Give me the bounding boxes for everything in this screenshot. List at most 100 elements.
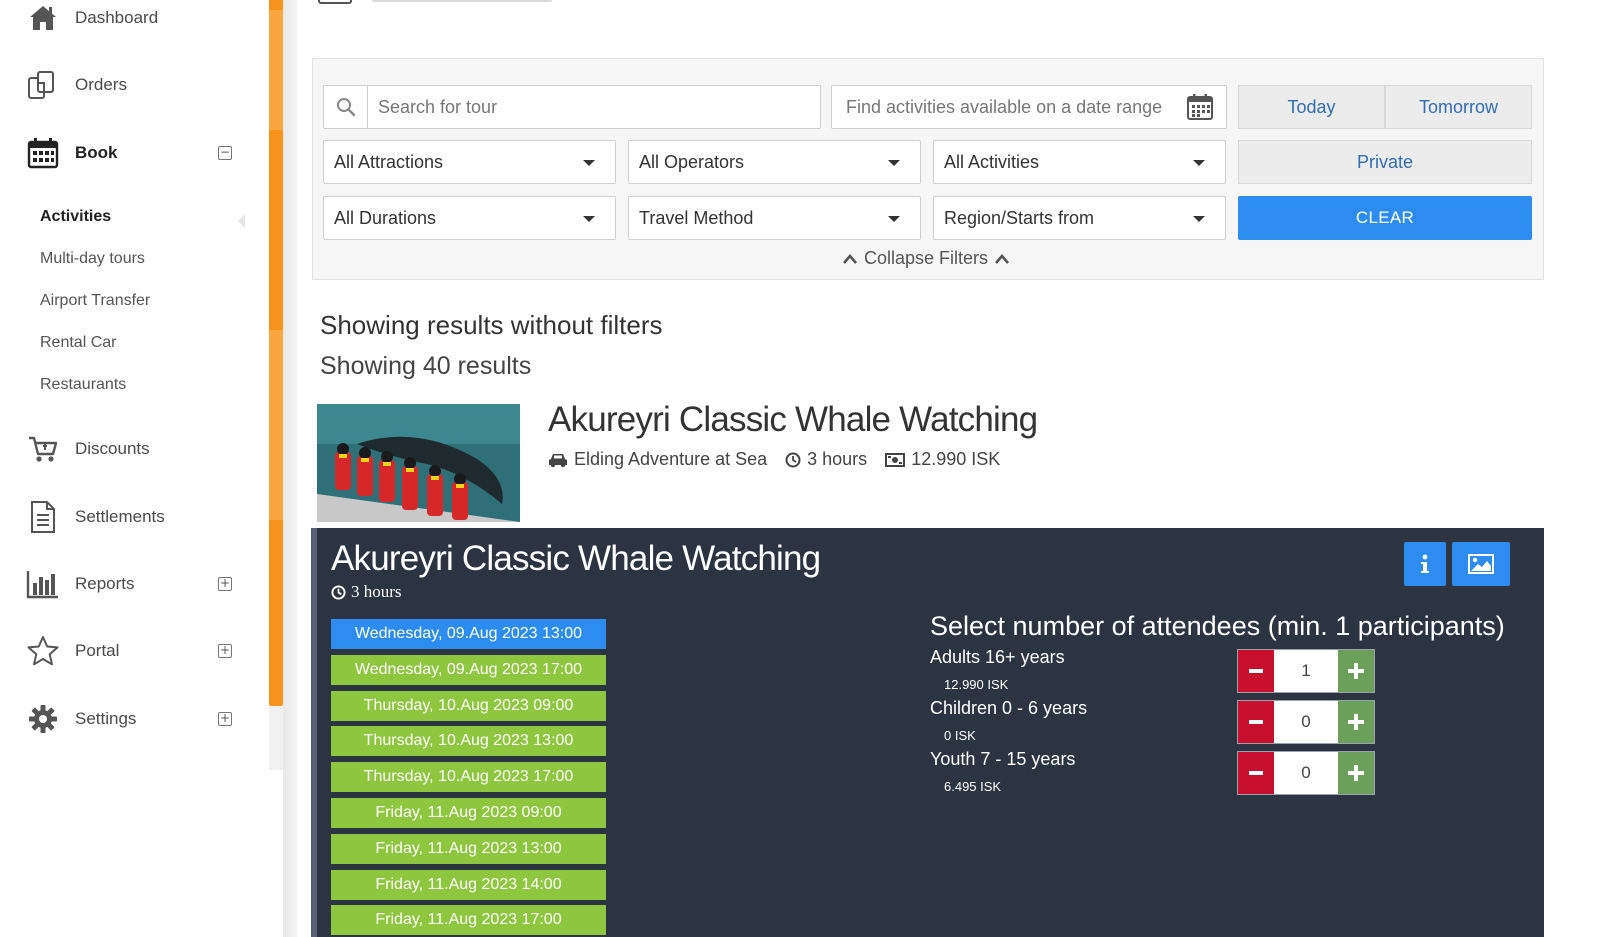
sidebar-item-portal[interactable]: Portal + (0, 627, 260, 675)
sidebar: Dashboard Orders Book − Activities Multi… (0, 0, 265, 937)
expand-icon[interactable]: + (218, 644, 232, 658)
today-button[interactable]: Today (1238, 85, 1385, 129)
tour-duration-text: 3 hours (807, 449, 868, 469)
tour-operator: Elding Adventure at Sea (548, 449, 767, 470)
attendee-price-adults: 12.990 ISK (944, 677, 1009, 692)
region-select-value: Region/Starts from (944, 207, 1095, 228)
region-select[interactable]: Region/Starts from (933, 196, 1226, 240)
timeslot-button[interactable]: Friday, 11.Aug 2023 09:00 (331, 798, 606, 828)
bar-chart-icon (26, 567, 60, 601)
booking-duration: 3 hours (331, 582, 402, 602)
sidebar-subitem-activities[interactable]: Activities (40, 208, 111, 226)
sidebar-item-label: Book (75, 143, 118, 162)
caret-down-icon (583, 160, 595, 166)
quantity-input[interactable]: 0 (1274, 701, 1338, 743)
timeslot-button[interactable]: Thursday, 10.Aug 2023 09:00 (331, 691, 606, 721)
activities-select[interactable]: All Activities (933, 140, 1226, 184)
calendar-icon (26, 136, 60, 170)
money-icon (885, 452, 906, 467)
timeslot-button[interactable]: Thursday, 10.Aug 2023 13:00 (331, 726, 606, 756)
sidebar-scrollbar-thumb[interactable] (269, 0, 283, 706)
results-count: Showing 40 results (320, 352, 532, 380)
clock-icon (785, 452, 801, 468)
sidebar-subitem-airport-transfer[interactable]: Airport Transfer (40, 292, 150, 310)
sidebar-scrollbar-track (269, 706, 283, 770)
operators-select-value: All Operators (639, 151, 745, 172)
collapse-filters-link[interactable]: Collapse Filters (842, 248, 1010, 269)
expand-icon[interactable]: + (218, 577, 232, 591)
sidebar-item-reports[interactable]: Reports + (0, 560, 260, 608)
header-icon (318, 0, 352, 4)
attractions-select[interactable]: All Attractions (323, 140, 616, 184)
caret-down-icon (1193, 216, 1205, 222)
info-button[interactable] (1404, 542, 1446, 586)
document-icon (26, 500, 60, 534)
date-range-input[interactable]: Find activities available on a date rang… (831, 85, 1227, 129)
operators-select[interactable]: All Operators (628, 140, 921, 184)
sidebar-subitem-restaurants[interactable]: Restaurants (40, 376, 126, 394)
private-button[interactable]: Private (1238, 140, 1532, 184)
timeslot-button[interactable]: Friday, 11.Aug 2023 13:00 (331, 834, 606, 864)
timeslot-button[interactable]: Thursday, 10.Aug 2023 17:00 (331, 762, 606, 792)
sidebar-item-book[interactable]: Book − (0, 129, 260, 177)
sidebar-item-settlements[interactable]: Settlements (0, 493, 260, 541)
gallery-button[interactable] (1452, 542, 1510, 586)
timeslot-button[interactable]: Wednesday, 09.Aug 2023 17:00 (331, 655, 606, 685)
tour-thumbnail[interactable] (317, 404, 520, 522)
attendee-price-youth: 6.495 ISK (944, 779, 1002, 794)
header-title-clipped (372, 0, 552, 2)
attendee-label-youth: Youth 7 - 15 years (930, 749, 1076, 769)
plus-button[interactable] (1338, 650, 1374, 692)
booking-title: Akureyri Classic Whale Watching (331, 539, 821, 578)
quantity-input[interactable]: 1 (1274, 650, 1338, 692)
chevron-up-icon (842, 253, 858, 265)
sidebar-item-label: Discounts (75, 439, 150, 458)
adults-stepper[interactable]: 1 (1237, 649, 1375, 693)
sidebar-item-label: Orders (75, 75, 127, 94)
sidebar-item-discounts[interactable]: Discounts (0, 425, 260, 473)
minus-button[interactable] (1238, 701, 1274, 743)
sidebar-item-label: Settings (75, 709, 137, 728)
sidebar-item-label: Dashboard (75, 8, 159, 27)
minus-button[interactable] (1238, 752, 1274, 794)
results-heading: Showing results without filters (320, 310, 663, 340)
children-stepper[interactable]: 0 (1237, 700, 1375, 744)
tour-title-link[interactable]: Akureyri Classic Whale Watching (548, 400, 1038, 440)
caret-down-icon (888, 160, 900, 166)
gear-icon (26, 702, 60, 736)
attendees-heading: Select number of attendees (min. 1 parti… (930, 611, 1505, 641)
caret-down-icon (1193, 160, 1205, 166)
quantity-input[interactable]: 0 (1274, 752, 1338, 794)
search-input[interactable]: Search for tour (323, 85, 821, 129)
tomorrow-button[interactable]: Tomorrow (1385, 85, 1532, 129)
timeslot-button[interactable]: Friday, 11.Aug 2023 17:00 (331, 905, 606, 935)
sidebar-item-dashboard[interactable]: Dashboard (0, 0, 260, 42)
star-icon (26, 634, 60, 668)
clock-icon (331, 584, 346, 600)
youth-stepper[interactable]: 0 (1237, 751, 1375, 795)
content-gutter (283, 0, 297, 937)
clear-button[interactable]: CLEAR (1238, 196, 1532, 240)
sidebar-item-settings[interactable]: Settings + (0, 695, 260, 743)
cart-icon (26, 432, 60, 466)
minus-button[interactable] (1238, 650, 1274, 692)
search-icon (324, 86, 368, 128)
sidebar-item-orders[interactable]: Orders (0, 61, 260, 109)
sidebar-item-label: Reports (75, 574, 135, 593)
chevron-up-icon (994, 253, 1010, 265)
timeslot-button[interactable]: Wednesday, 09.Aug 2023 13:00 (331, 619, 606, 649)
plus-button[interactable] (1338, 701, 1374, 743)
travel-method-select[interactable]: Travel Method (628, 196, 921, 240)
durations-select[interactable]: All Durations (323, 196, 616, 240)
expand-icon[interactable]: + (218, 712, 232, 726)
timeslot-button[interactable]: Friday, 11.Aug 2023 14:00 (331, 870, 606, 900)
sidebar-subitem-multi-day-tours[interactable]: Multi-day tours (40, 250, 145, 268)
plus-button[interactable] (1338, 752, 1374, 794)
sidebar-subitem-rental-car[interactable]: Rental Car (40, 334, 116, 352)
sidebar-item-label: Portal (75, 641, 120, 660)
tour-operator-text: Elding Adventure at Sea (574, 449, 768, 469)
active-caret-icon (238, 214, 245, 228)
info-icon (1420, 554, 1430, 574)
collapse-icon[interactable]: − (218, 146, 232, 160)
activities-select-value: All Activities (944, 151, 1040, 172)
